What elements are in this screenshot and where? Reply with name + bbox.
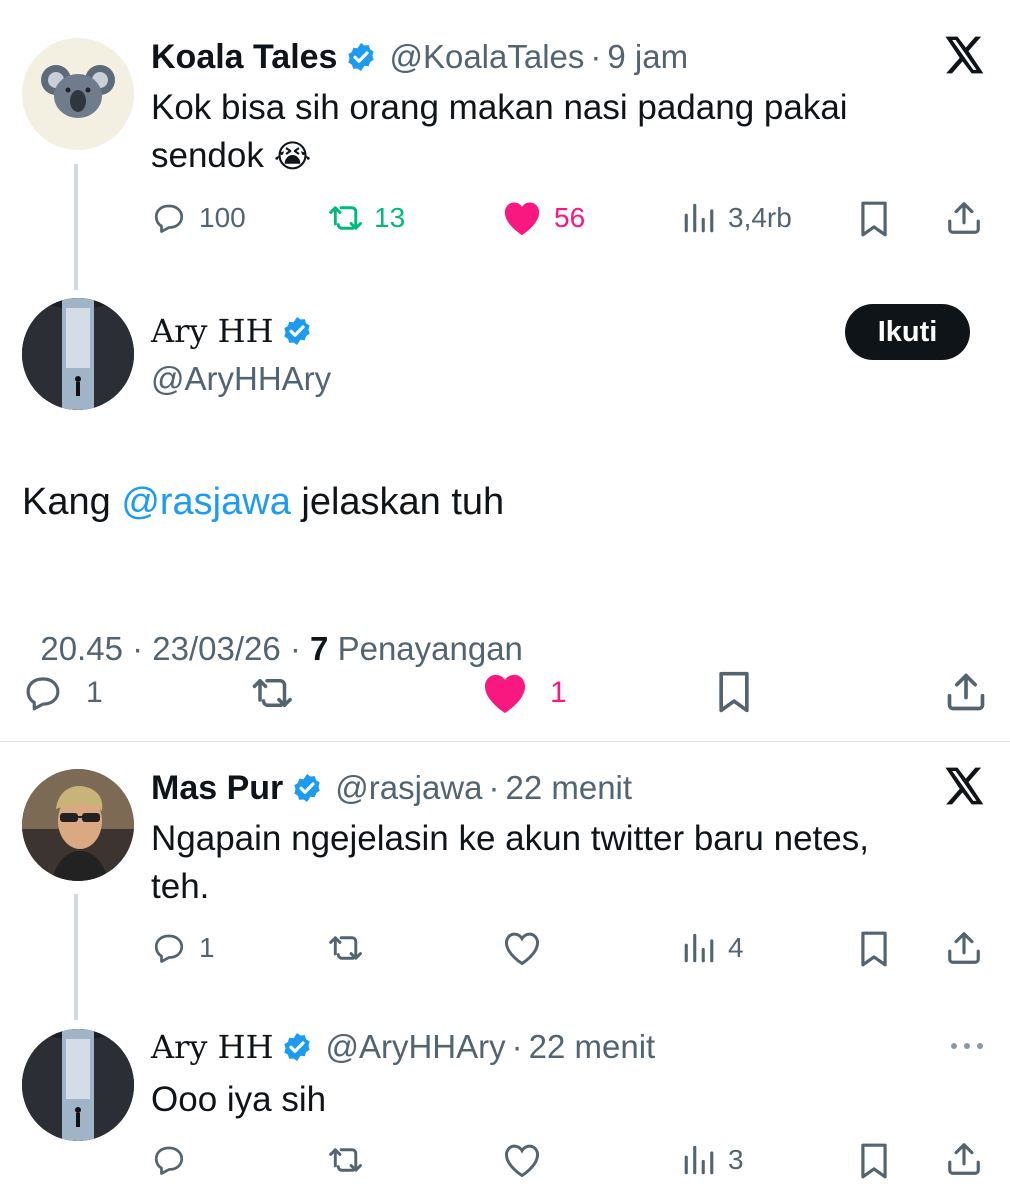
reply1-header: Mas Pur @rasjawa · 22 menit (151, 767, 632, 809)
retweet-icon (328, 200, 366, 236)
analytics-icon (682, 930, 716, 966)
main-tweet-text: Kang @rasjawa jelaskan tuh (22, 478, 504, 526)
analytics-icon (682, 1142, 716, 1178)
views-button[interactable]: 3 (682, 1142, 744, 1178)
reply-icon[interactable] (151, 1142, 187, 1178)
bookmark-icon[interactable] (857, 200, 891, 238)
heart-outline-icon[interactable] (502, 1142, 542, 1178)
follow-button[interactable]: Ikuti (845, 304, 970, 360)
divider (0, 741, 1010, 742)
thread-line (74, 894, 78, 1020)
heart-outline-icon[interactable] (502, 930, 542, 966)
post-time[interactable]: 22 menit (505, 769, 632, 807)
separator-dot: · (488, 769, 500, 806)
reply-button[interactable]: 1 (22, 672, 103, 714)
avatar-mas-pur[interactable] (22, 769, 134, 881)
crying-emoji: 😭 (273, 138, 312, 174)
reply1-text: Ngapain ngejelasin ke akun twitter baru … (151, 815, 991, 911)
share-icon[interactable] (945, 1140, 983, 1178)
reply-icon (151, 200, 187, 236)
retweet-count: 13 (374, 202, 406, 233)
thread-line (74, 164, 78, 290)
reply-icon (151, 930, 187, 966)
koala-logo (41, 65, 115, 118)
reply-button[interactable]: 1 (151, 930, 215, 966)
like-count: 56 (554, 202, 586, 233)
reply-count: 1 (199, 932, 215, 963)
reply2-text: Ooo iya sih (151, 1080, 327, 1119)
x-logo-icon[interactable] (945, 36, 985, 74)
analytics-icon (682, 200, 716, 236)
avatar-ary-hh[interactable] (22, 298, 134, 410)
author-name[interactable]: Koala Tales (151, 38, 337, 77)
reply-button[interactable]: 100 (151, 200, 246, 236)
main-timestamp: 20.45 · 23/03/26 · 7 Penayangan (22, 592, 523, 668)
tweet-text: jelaskan tuh (290, 481, 505, 523)
author-name[interactable]: Ary HH (151, 312, 273, 350)
avatar-ary-hh[interactable] (22, 1029, 134, 1141)
avatar-photo (22, 769, 134, 881)
view-count: 3 (728, 1144, 744, 1175)
like-count: 1 (550, 676, 567, 709)
verified-badge-icon (345, 41, 377, 73)
author-name[interactable]: Ary HH (151, 1028, 273, 1066)
retweet-icon[interactable] (328, 930, 366, 966)
tweet-text-line: teh. (151, 867, 210, 906)
author-handle[interactable]: @KoalaTales (389, 38, 584, 76)
reply-count: 1 (86, 676, 103, 709)
reply2-header: Ary HH @AryHHAry · 22 menit (151, 1026, 655, 1068)
mention-link[interactable]: @rasjawa (121, 481, 291, 523)
retweet-icon[interactable] (250, 672, 298, 714)
bookmark-icon[interactable] (714, 670, 754, 714)
like-button[interactable]: 56 (502, 200, 585, 236)
views-button[interactable]: 4 (682, 930, 744, 966)
view-count: 4 (728, 932, 744, 963)
main-author: Ary HH (151, 312, 313, 350)
retweet-icon[interactable] (328, 1142, 366, 1178)
more-options-icon[interactable] (948, 1036, 986, 1056)
share-icon[interactable] (944, 670, 988, 714)
author-name[interactable]: Mas Pur (151, 769, 283, 808)
reply-icon (22, 672, 64, 714)
post-time[interactable]: 22 menit (529, 1028, 656, 1066)
avatar-photo (22, 298, 134, 410)
tweet-text-line: Kok bisa sih orang makan nasi padang pak… (151, 88, 848, 127)
share-icon[interactable] (945, 929, 983, 967)
x-logo-icon[interactable] (945, 767, 985, 805)
views-label: Penayangan (328, 630, 523, 667)
views-button[interactable]: 3,4rb (682, 200, 792, 236)
post-time[interactable]: 9 jam (607, 38, 688, 76)
reply-count: 100 (199, 202, 246, 233)
timestamp-text[interactable]: 20.45 · 23/03/26 · (40, 630, 310, 667)
tweet-text-line: sendok (151, 136, 264, 175)
bookmark-icon[interactable] (857, 930, 891, 968)
share-icon[interactable] (945, 199, 983, 237)
separator-dot: · (511, 1028, 523, 1065)
tweet-text: Kang (22, 481, 122, 523)
like-button[interactable]: 1 (482, 672, 567, 714)
tweet1-text: Kok bisa sih orang makan nasi padang pak… (151, 84, 951, 180)
separator-dot: · (590, 38, 602, 75)
author-handle[interactable]: @rasjawa (335, 769, 482, 807)
verified-badge-icon (281, 315, 313, 347)
tweet1-header: Koala Tales @KoalaTales · 9 jam (151, 36, 688, 78)
heart-icon (482, 672, 528, 714)
author-handle[interactable]: @AryHHAry (325, 1028, 505, 1066)
tweet-text-line: Ngapain ngejelasin ke akun twitter baru … (151, 819, 869, 858)
retweet-button[interactable]: 13 (328, 200, 405, 236)
view-count: 7 (310, 630, 329, 667)
author-handle[interactable]: @AryHHAry (151, 360, 331, 398)
avatar-photo (22, 1029, 134, 1141)
verified-badge-icon (281, 1031, 313, 1063)
avatar-koala-tales[interactable] (22, 38, 134, 150)
bookmark-icon[interactable] (857, 1142, 891, 1180)
verified-badge-icon (291, 772, 323, 804)
view-count: 3,4rb (728, 202, 792, 233)
heart-icon (502, 200, 542, 236)
